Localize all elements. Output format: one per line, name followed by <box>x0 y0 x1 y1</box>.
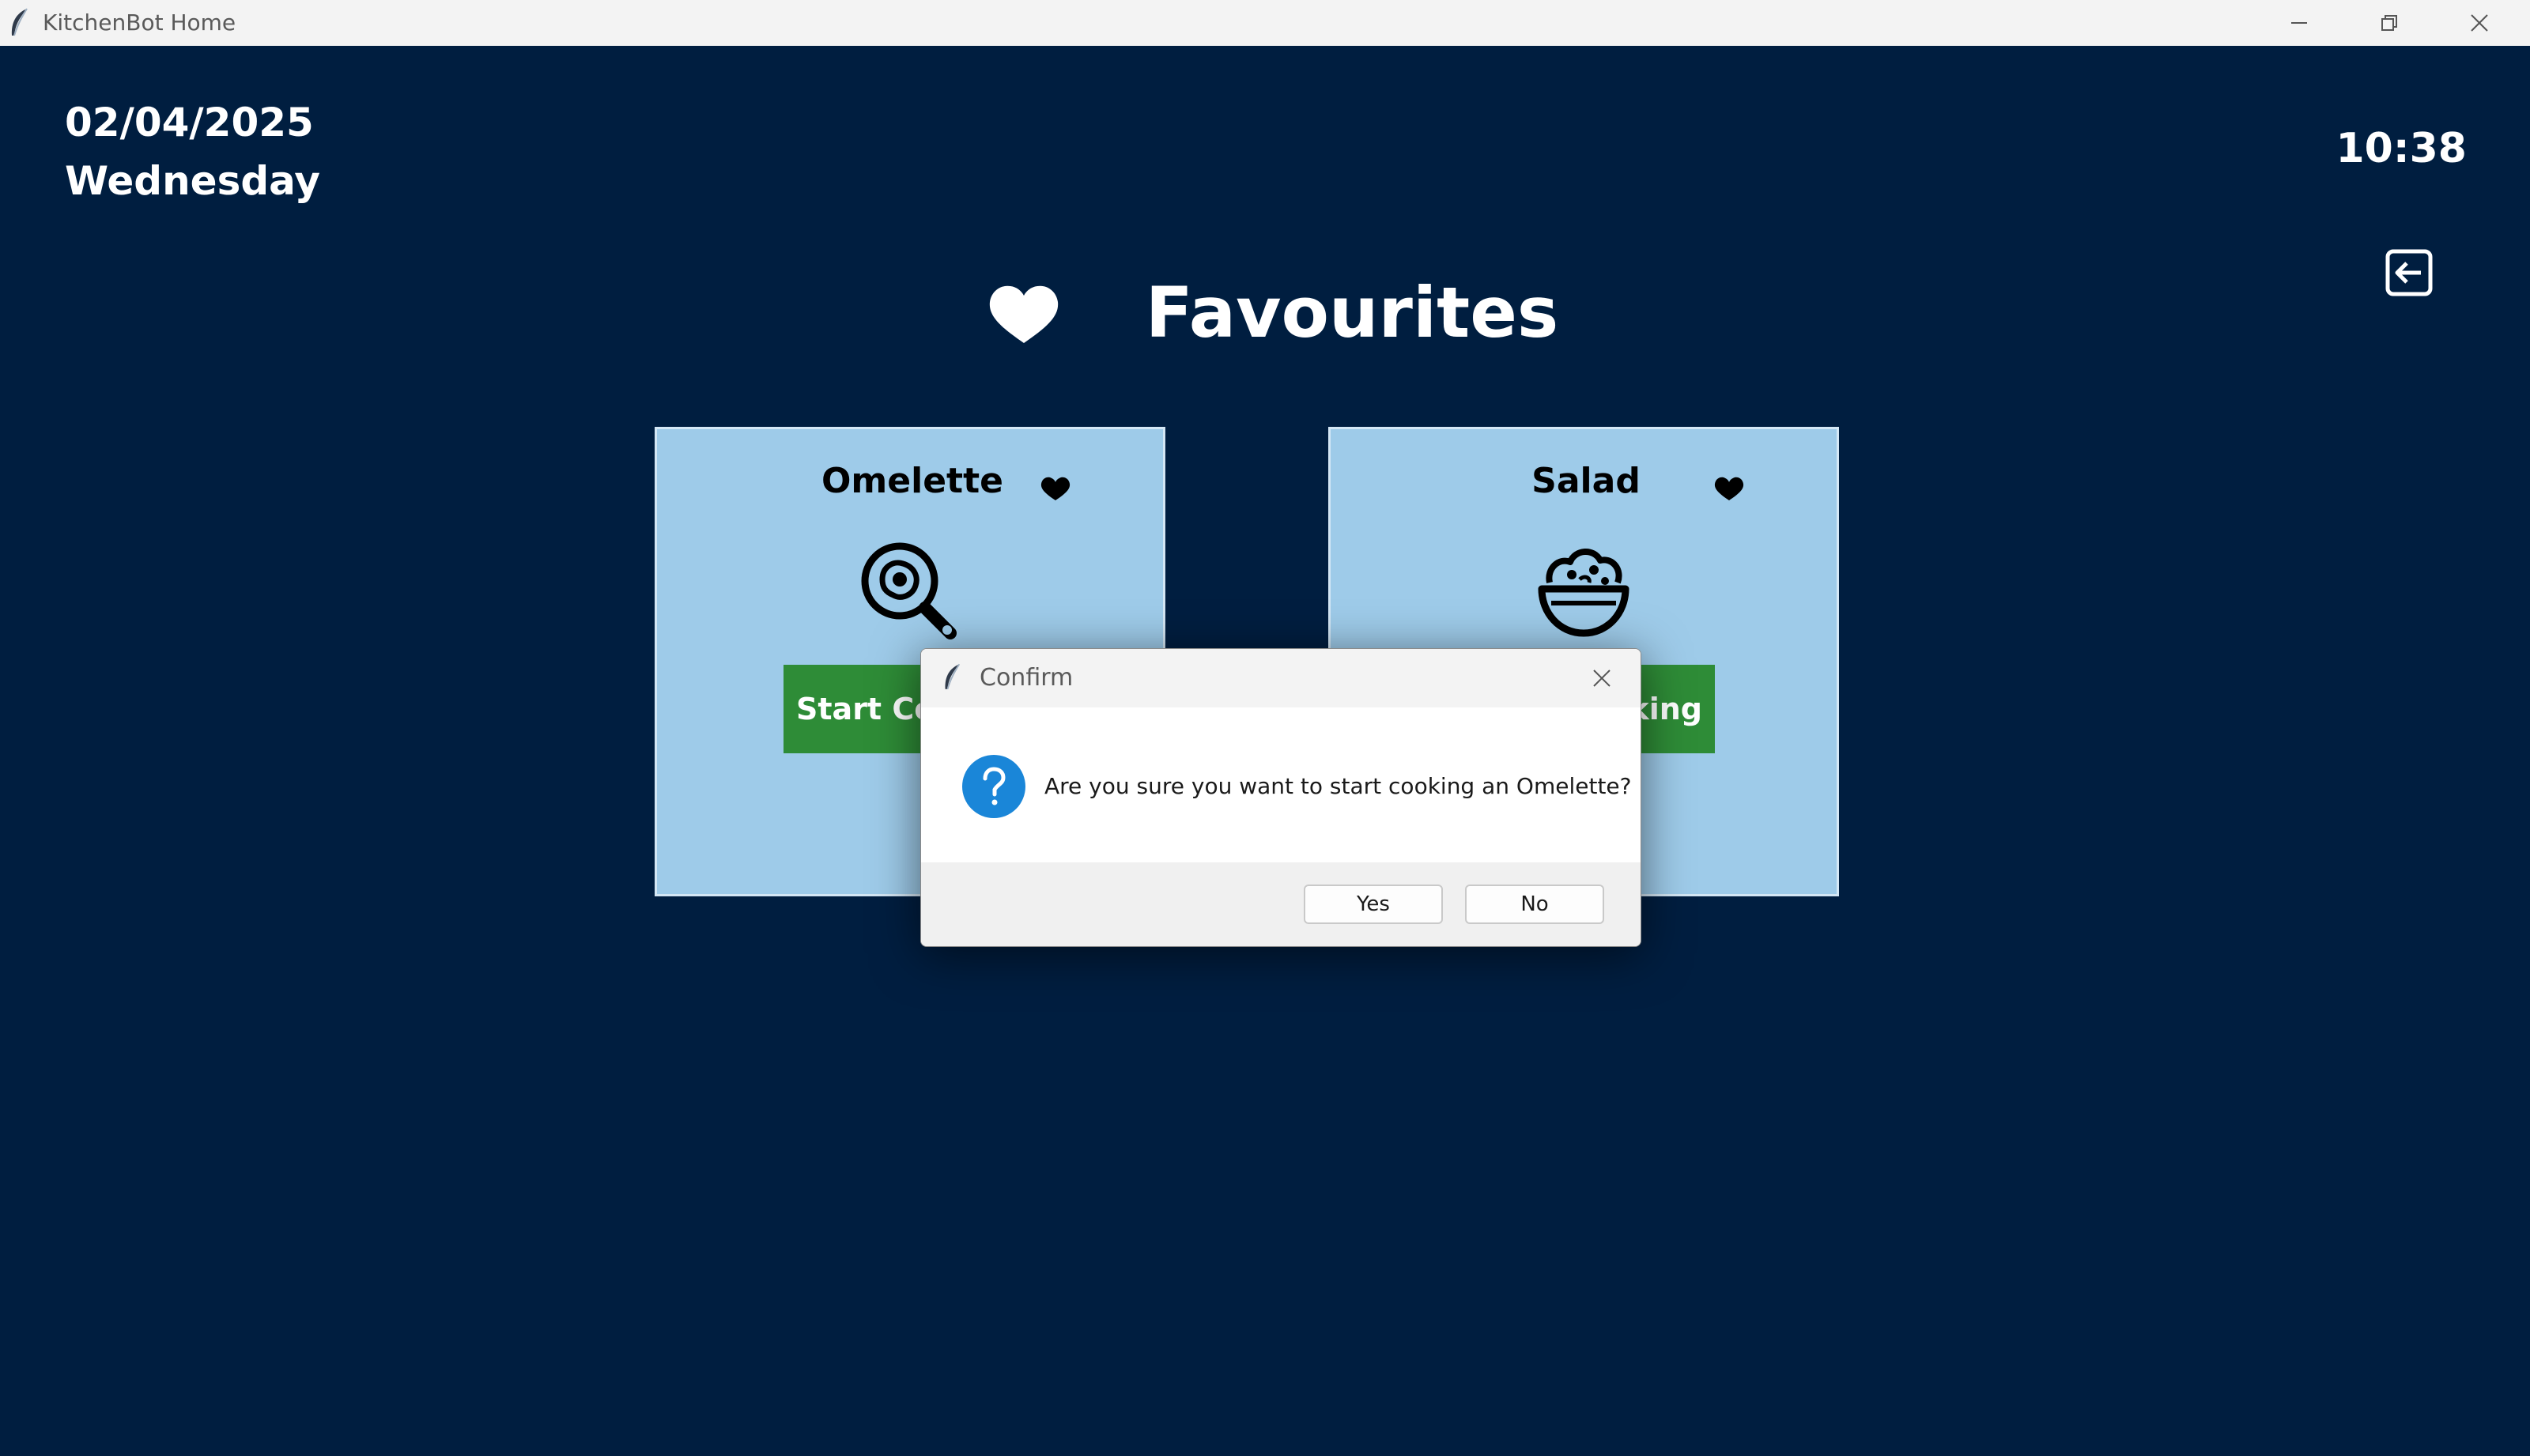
back-button[interactable] <box>2385 248 2434 297</box>
heart-icon[interactable] <box>1713 477 1745 502</box>
window-title-bar: KitchenBot Home <box>0 0 2530 47</box>
minimize-icon <box>2291 22 2307 24</box>
dialog-title: Confirm <box>980 664 1074 692</box>
back-arrow-icon <box>2385 249 2433 296</box>
dialog-message: Are you sure you want to start cooking a… <box>1044 773 1632 799</box>
dialog-close-button[interactable] <box>1582 658 1622 698</box>
page-title: Favourites <box>1145 272 1559 353</box>
feather-icon <box>942 662 962 693</box>
restore-button[interactable] <box>2345 0 2434 46</box>
recipe-name: Salad <box>1531 461 1641 501</box>
close-icon <box>2471 14 2488 32</box>
heart-icon <box>989 285 1059 343</box>
question-icon <box>962 755 1025 818</box>
dialog-body: Are you sure you want to start cooking a… <box>921 707 1641 862</box>
minimize-button[interactable] <box>2255 0 2343 46</box>
recipe-name: Omelette <box>821 461 1003 501</box>
close-window-button[interactable] <box>2435 0 2524 46</box>
yes-button[interactable]: Yes <box>1304 885 1443 924</box>
frying-pan-egg-icon <box>861 542 957 639</box>
salad-bowl-icon <box>1538 549 1629 637</box>
feather-icon <box>8 7 30 39</box>
clock-label: 10:38 <box>2336 125 2467 172</box>
no-button[interactable]: No <box>1465 885 1604 924</box>
confirm-dialog: Confirm Are you sure you want to start c… <box>920 648 1641 947</box>
heart-icon[interactable] <box>1040 477 1071 502</box>
date-label: 02/04/2025 <box>65 100 314 145</box>
dialog-footer: Yes No <box>921 862 1641 946</box>
dialog-title-bar: Confirm <box>921 649 1641 707</box>
weekday-label: Wednesday <box>65 158 320 204</box>
restore-icon <box>2381 15 2397 31</box>
window-title: KitchenBot Home <box>43 9 236 36</box>
close-icon <box>1593 670 1611 687</box>
